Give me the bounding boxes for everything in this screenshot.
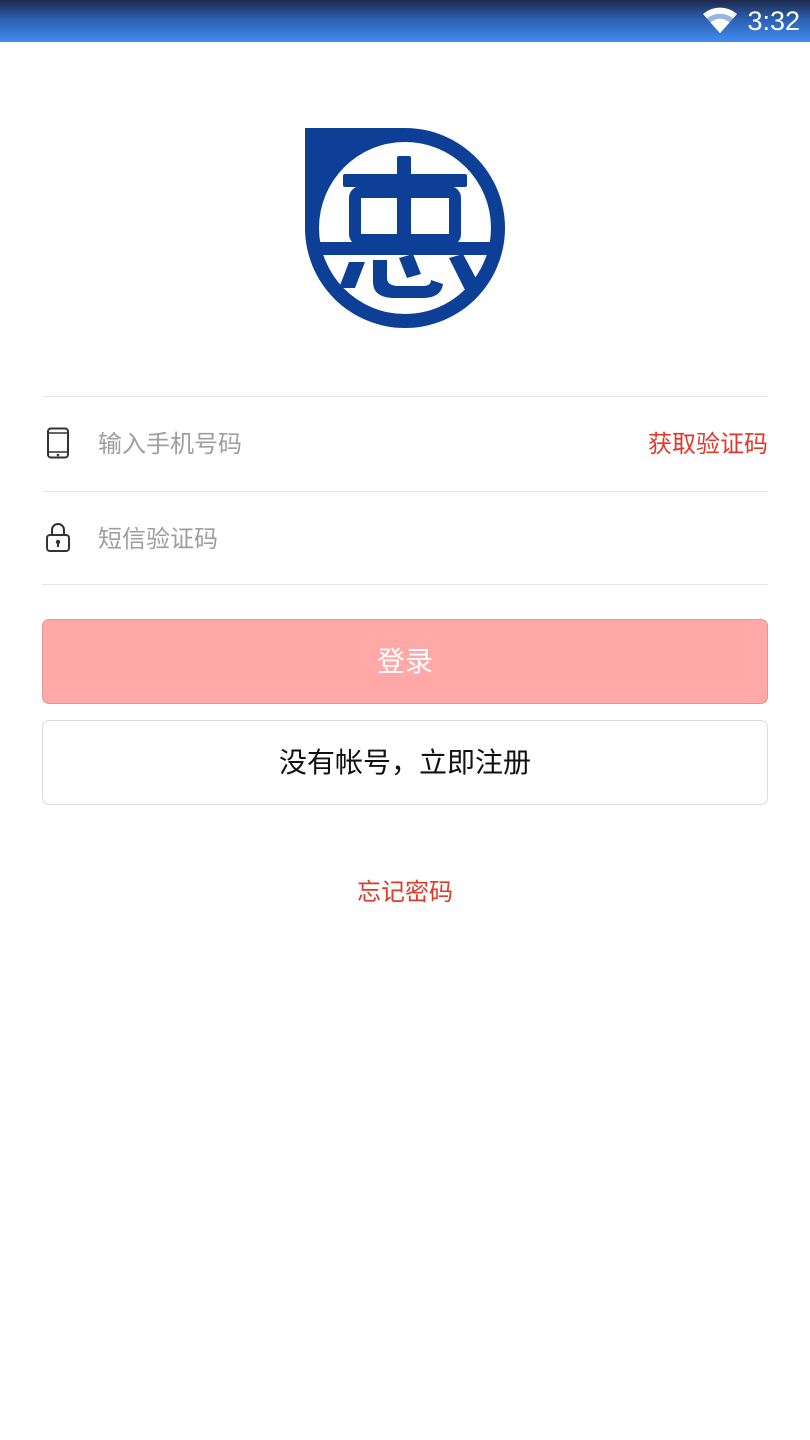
sms-code-input[interactable] [98,519,758,559]
get-code-button[interactable]: 获取验证码 [648,424,768,464]
wifi-icon [703,7,737,33]
divider-middle [42,491,768,492]
lock-icon [46,523,70,552]
login-screen: 3:32 获取验证码 [0,0,810,1440]
phone-icon [47,427,69,459]
status-bar: 3:32 [0,0,810,42]
phone-input[interactable] [98,424,618,464]
forgot-password-link[interactable]: 忘记密码 [0,872,810,912]
phone-row: 获取验证码 [42,422,768,466]
sms-code-row [42,517,768,561]
login-button[interactable]: 登录 [42,619,768,704]
divider-bottom [42,584,768,585]
hui-logo-icon [305,128,505,328]
status-clock: 3:32 [747,6,800,36]
register-button[interactable]: 没有帐号，立即注册 [42,720,768,805]
divider-top [42,396,768,397]
